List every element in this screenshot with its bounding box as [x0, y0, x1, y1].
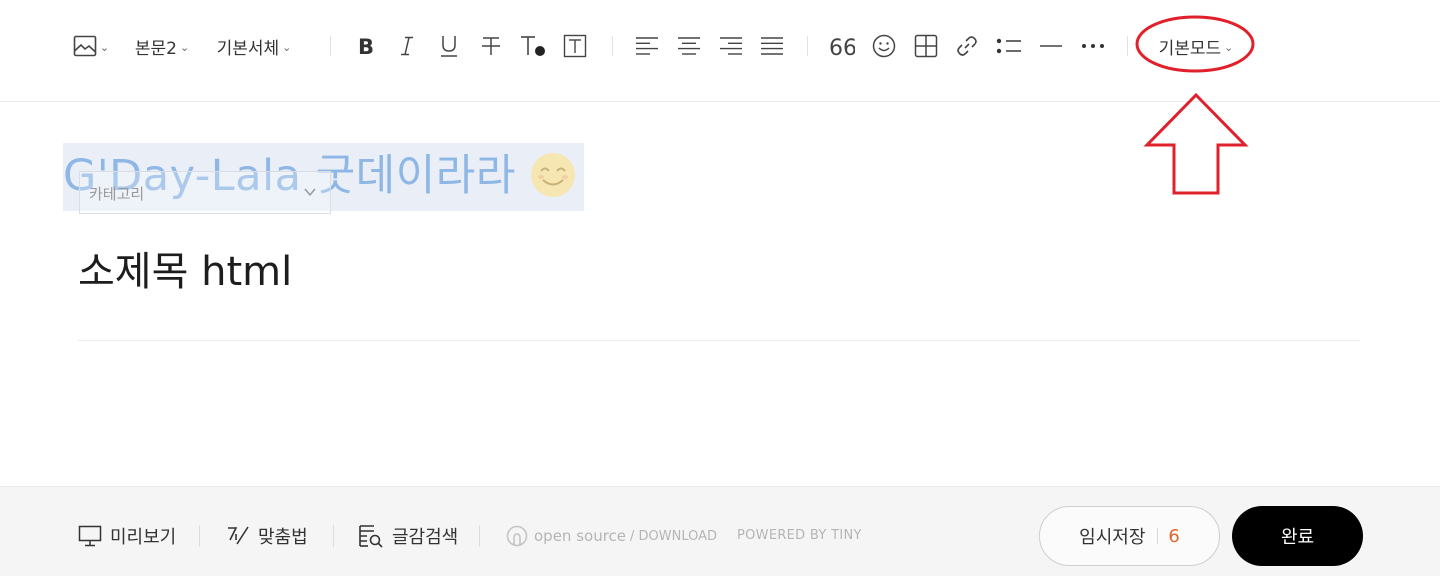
align-justify-icon — [761, 37, 783, 55]
category-label: 카테고리 — [89, 185, 145, 203]
text-background-button[interactable] — [561, 26, 589, 66]
category-select[interactable]: 카테고리 — [79, 171, 331, 214]
align-center-button[interactable] — [676, 26, 702, 66]
chevron-down-icon: ⌄ — [179, 40, 190, 54]
strikethrough-button[interactable] — [478, 26, 504, 66]
align-right-button[interactable] — [718, 26, 744, 66]
quote-button[interactable]: 66 — [828, 26, 856, 66]
quote-icon: 66 — [829, 36, 855, 57]
preview-button[interactable]: 미리보기 — [78, 523, 176, 549]
editor-footer: 미리보기 맞춤법 글감검색 open source / DOWNLOAD POW… — [0, 486, 1440, 576]
temporary-save-button[interactable]: 임시저장 6 — [1039, 506, 1220, 566]
bold-icon: B — [358, 35, 374, 57]
bold-button[interactable]: B — [352, 26, 380, 66]
save-divider — [1157, 528, 1159, 544]
strikethrough-icon — [482, 37, 500, 55]
temporary-save-label: 임시저장 — [1079, 527, 1146, 548]
align-left-icon — [636, 37, 658, 55]
content-search-button[interactable]: 글감검색 — [358, 523, 458, 549]
horizontal-rule-button[interactable] — [1037, 26, 1065, 66]
align-center-icon — [678, 37, 700, 55]
align-right-icon — [720, 37, 742, 55]
image-insert-button[interactable]: ⌄ — [70, 26, 112, 66]
toolbar-divider — [330, 36, 331, 56]
font-family-label: 기본서체 — [216, 38, 280, 59]
document-search-icon — [359, 525, 383, 548]
footer-divider — [479, 525, 480, 547]
text-color-button[interactable] — [518, 26, 548, 66]
preview-label: 미리보기 — [110, 527, 177, 548]
paragraph-style-select[interactable]: 본문2 ⌄ — [130, 26, 194, 66]
link-button[interactable] — [953, 26, 981, 66]
done-button[interactable]: 완료 — [1232, 506, 1363, 566]
powered-by-label: POWERED BY TINY — [737, 528, 862, 543]
spellcheck-label: 맞춤법 — [258, 527, 308, 548]
annotation-ellipse — [1135, 15, 1255, 73]
toolbar-divider — [1127, 36, 1128, 56]
paragraph-style-label: 본문2 — [134, 38, 177, 59]
align-justify-button[interactable] — [759, 26, 785, 66]
spellcheck-icon — [228, 526, 249, 545]
underline-icon — [441, 36, 457, 57]
annotation-up-arrow — [1143, 92, 1249, 195]
emoticon-button[interactable] — [870, 26, 898, 66]
open-source-link[interactable]: open source / DOWNLOAD — [506, 525, 717, 547]
italic-icon — [401, 36, 413, 56]
content-divider — [78, 340, 1360, 341]
link-icon — [957, 36, 977, 56]
text-background-icon — [563, 34, 587, 58]
table-icon — [914, 34, 938, 58]
table-button[interactable] — [912, 26, 940, 66]
footer-divider — [199, 525, 200, 547]
content-search-label: 글감검색 — [392, 527, 459, 548]
text-color-icon — [521, 36, 545, 56]
emoticon-icon — [872, 34, 896, 58]
svg-text:B: B — [358, 35, 374, 57]
smiling-face-emoji-icon — [531, 153, 575, 197]
chevron-down-icon: ⌄ — [99, 40, 110, 54]
more-button[interactable] — [1079, 26, 1107, 66]
toolbar-divider — [612, 36, 613, 56]
underline-button[interactable] — [436, 26, 462, 66]
spellcheck-button[interactable]: 맞춤법 — [226, 523, 308, 549]
subtitle-heading[interactable]: 소제목 html — [78, 246, 292, 298]
svg-text:66: 66 — [829, 36, 855, 57]
align-left-button[interactable] — [634, 26, 660, 66]
list-icon — [996, 38, 1021, 54]
footer-divider — [333, 525, 334, 547]
italic-button[interactable] — [394, 26, 420, 66]
download-label: / DOWNLOAD — [630, 528, 718, 544]
font-family-select[interactable]: 기본서체 ⌄ — [210, 26, 298, 66]
open-source-icon — [506, 525, 528, 547]
open-source-label: open source — [534, 527, 627, 545]
chevron-down-icon — [304, 188, 316, 197]
toolbar-divider — [807, 36, 808, 56]
image-icon — [73, 35, 97, 57]
horizontal-rule-icon — [1040, 45, 1062, 47]
list-button[interactable] — [995, 26, 1023, 66]
monitor-icon — [78, 525, 102, 547]
temporary-save-count: 6 — [1168, 525, 1180, 547]
more-icon — [1082, 44, 1104, 48]
chevron-down-icon: ⌄ — [282, 40, 292, 54]
